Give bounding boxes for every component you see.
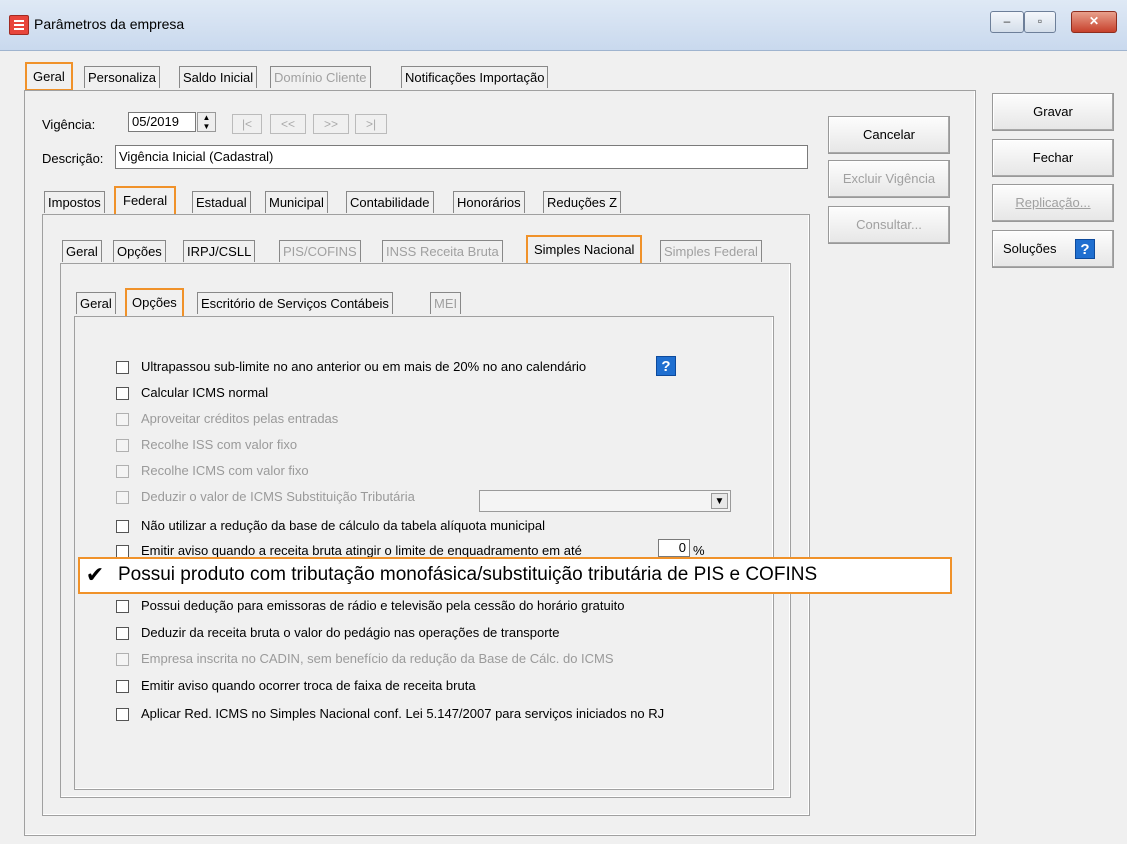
- option-label: Empresa inscrita no CADIN, sem benefício…: [141, 651, 614, 666]
- descricao-input[interactable]: Vigência Inicial (Cadastral): [115, 145, 808, 169]
- last-button[interactable]: >|: [355, 114, 387, 134]
- limite-percent-input[interactable]: 0: [658, 539, 690, 557]
- federal-tab-simples-nacional[interactable]: Simples Nacional: [525, 235, 643, 265]
- tab-dominio-cliente[interactable]: Domínio Cliente: [270, 66, 371, 88]
- previous-button[interactable]: <<: [270, 114, 306, 134]
- consultar-button[interactable]: Consultar...: [828, 206, 950, 244]
- tab-saldo-inicial[interactable]: Saldo Inicial: [179, 66, 258, 88]
- option-checkbox[interactable]: [116, 627, 129, 640]
- federal-tab-pis-cofins[interactable]: PIS/COFINS: [279, 240, 361, 262]
- option-label: Ultrapassou sub-limite no ano anterior o…: [141, 359, 587, 374]
- option-label: Aproveitar créditos pelas entradas: [141, 411, 339, 426]
- tab-contabilidade[interactable]: Contabilidade: [346, 191, 434, 213]
- option-checkbox[interactable]: [116, 653, 129, 666]
- gravar-button[interactable]: Gravar: [992, 93, 1114, 131]
- checkmark-icon: ✔: [85, 562, 105, 587]
- window-title: Parâmetros da empresa: [34, 16, 185, 32]
- option-checkbox[interactable]: [116, 387, 129, 400]
- option-label: Recolhe ISS com valor fixo: [141, 437, 298, 452]
- option-checkbox[interactable]: [116, 600, 129, 613]
- option-label: Aplicar Red. ICMS no Simples Nacional co…: [141, 706, 665, 721]
- federal-tab-inss-receita-bruta[interactable]: INSS Receita Bruta: [382, 240, 503, 262]
- vigencia-input[interactable]: 05/2019: [128, 112, 196, 132]
- icms-st-select[interactable]: ▼: [479, 490, 731, 512]
- option-label: Calcular ICMS normal: [141, 385, 269, 400]
- vigencia-spinner[interactable]: ▲ ▼: [197, 112, 216, 132]
- title-bar: Parâmetros da empresa ‒ ▫ ✕: [0, 0, 1127, 51]
- vigencia-label: Vigência:: [42, 117, 96, 132]
- simples-tab-escritorio[interactable]: Escritório de Serviços Contábeis: [197, 292, 393, 314]
- federal-tab-irpj-csll[interactable]: IRPJ/CSLL: [183, 240, 256, 262]
- highlighted-option[interactable]: ✔ Possui produto com tributação monofási…: [78, 557, 952, 594]
- app-icon: [9, 15, 29, 35]
- minimize-button[interactable]: ‒: [990, 11, 1024, 33]
- solucoes-label: Soluções: [1003, 241, 1057, 256]
- solucoes-button[interactable]: Soluções ?: [992, 230, 1114, 268]
- tab-municipal[interactable]: Municipal: [265, 191, 328, 213]
- simples-tab-geral[interactable]: Geral: [76, 292, 116, 314]
- close-button[interactable]: ✕: [1071, 11, 1117, 33]
- replicacao-button[interactable]: Replicação...: [992, 184, 1114, 222]
- option-label: Possui dedução para emissoras de rádio e…: [141, 598, 625, 613]
- chevron-down-icon: ▼: [711, 493, 728, 509]
- tab-impostos[interactable]: Impostos: [44, 191, 105, 213]
- tab-geral[interactable]: Geral: [25, 62, 73, 91]
- federal-tab-opcoes[interactable]: Opções: [113, 240, 166, 262]
- option-checkbox[interactable]: [116, 361, 129, 374]
- descricao-label: Descrição:: [42, 151, 104, 166]
- help-icon[interactable]: ?: [656, 356, 676, 376]
- option-checkbox[interactable]: [116, 680, 129, 693]
- simples-tab-mei[interactable]: MEI: [430, 292, 462, 314]
- tab-notificacoes-importacao[interactable]: Notificações Importação: [401, 66, 549, 88]
- option-label: Possui produto com tributação monofásica…: [118, 564, 818, 585]
- option-checkbox[interactable]: [116, 708, 129, 721]
- excluir-vigencia-button[interactable]: Excluir Vigência: [828, 160, 950, 198]
- fechar-button[interactable]: Fechar: [992, 139, 1114, 177]
- option-label: Deduzir da receita bruta o valor do pedá…: [141, 625, 560, 640]
- help-icon: ?: [1075, 239, 1095, 259]
- option-checkbox[interactable]: [116, 439, 129, 452]
- option-label: Recolhe ICMS com valor fixo: [141, 463, 309, 478]
- simples-tab-opcoes[interactable]: Opções: [125, 288, 184, 318]
- option-label: Não utilizar a redução da base de cálcul…: [141, 518, 545, 533]
- federal-tab-geral[interactable]: Geral: [62, 240, 102, 262]
- federal-tab-simples-federal[interactable]: Simples Federal: [660, 240, 762, 262]
- tab-honorarios[interactable]: Honorários: [453, 191, 525, 213]
- option-label: Emitir aviso quando a receita bruta atin…: [141, 543, 582, 558]
- option-label: Deduzir o valor de ICMS Substituição Tri…: [141, 489, 415, 504]
- percent-unit: %: [693, 543, 705, 558]
- option-checkbox[interactable]: [116, 465, 129, 478]
- maximize-button[interactable]: ▫: [1024, 11, 1056, 33]
- cancelar-button[interactable]: Cancelar: [828, 116, 950, 154]
- tab-federal[interactable]: Federal: [113, 186, 177, 216]
- option-label: Emitir aviso quando ocorrer troca de fai…: [141, 678, 476, 693]
- tab-personaliza[interactable]: Personaliza: [84, 66, 160, 88]
- tab-reducoes-z[interactable]: Reduções Z: [543, 191, 622, 213]
- option-checkbox[interactable]: [116, 413, 129, 426]
- option-checkbox[interactable]: [116, 520, 129, 533]
- tab-estadual[interactable]: Estadual: [192, 191, 251, 213]
- first-button[interactable]: |<: [232, 114, 262, 134]
- next-button[interactable]: >>: [313, 114, 349, 134]
- option-checkbox[interactable]: [116, 491, 129, 504]
